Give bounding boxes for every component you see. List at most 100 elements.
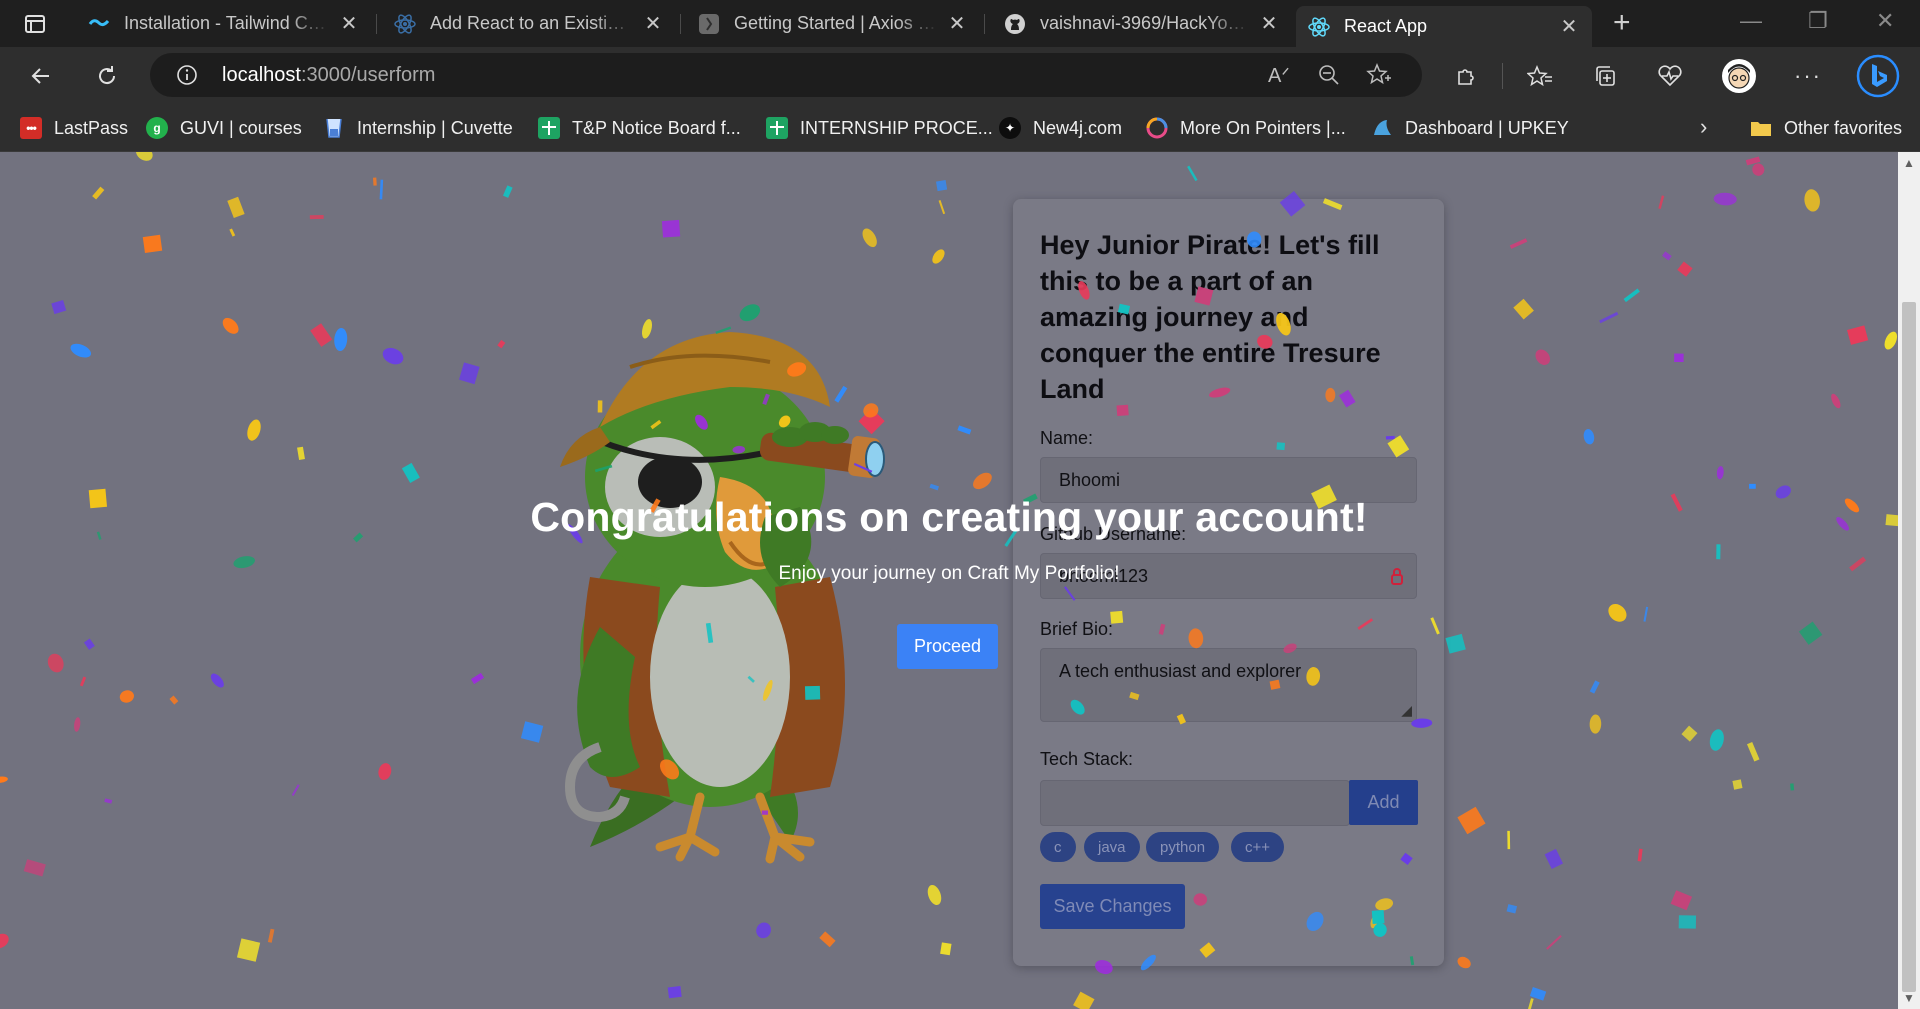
tech-chip[interactable]: java xyxy=(1084,832,1140,862)
chevron-right-icon[interactable]: › xyxy=(1700,114,1707,140)
confetti-piece xyxy=(502,185,513,198)
confetti-piece xyxy=(927,884,942,905)
tech-chip[interactable]: c xyxy=(1040,832,1076,862)
confetti-piece xyxy=(1746,742,1760,762)
close-tab-icon[interactable]: ✕ xyxy=(338,11,360,36)
page-scrollbar[interactable]: ▲ ▼ xyxy=(1898,152,1920,1009)
tab-react-docs[interactable]: Add React to an Existing Project ✕ xyxy=(382,4,676,43)
confetti-piece xyxy=(1457,806,1486,835)
extensions-button[interactable] xyxy=(1447,57,1485,95)
favorites-star-icon xyxy=(1527,65,1552,87)
close-tab-icon[interactable]: ✕ xyxy=(642,11,664,36)
resize-handle-icon[interactable]: ◢ xyxy=(1401,702,1412,719)
bookmark-label: More On Pointers |... xyxy=(1180,117,1346,138)
bookmark-upkey[interactable]: Dashboard | UPKEY xyxy=(1371,114,1569,142)
confetti-piece xyxy=(1658,195,1665,210)
bookmark-internship-process[interactable]: INTERNSHIP PROCE... xyxy=(766,114,993,142)
zoom-out-icon[interactable] xyxy=(1318,64,1340,86)
bookmark-pointers[interactable]: More On Pointers |... xyxy=(1146,114,1346,142)
react-icon xyxy=(394,13,416,35)
new4j-icon: ✦ xyxy=(999,117,1021,139)
tab-github[interactable]: vaishnavi-3969/HackYourPortfolio ✕ xyxy=(992,4,1292,43)
confetti-piece xyxy=(661,219,681,238)
bing-chat-button[interactable] xyxy=(1856,54,1900,98)
confetti-piece xyxy=(372,177,377,186)
confetti-piece xyxy=(401,462,420,484)
bookmark-label: Other favorites xyxy=(1784,117,1903,138)
read-aloud-icon[interactable]: Aᐟ xyxy=(1268,63,1290,88)
confetti-piece xyxy=(1884,331,1898,350)
tab-title: React App xyxy=(1344,16,1428,36)
profile-button[interactable] xyxy=(1720,57,1758,95)
tailwind-icon xyxy=(88,13,110,35)
confetti-piece xyxy=(236,938,261,962)
restore-icon[interactable]: ❐ xyxy=(1808,8,1828,34)
collections-icon xyxy=(1596,66,1615,86)
tab-axios[interactable]: Getting Started | Axios Docs ✕ xyxy=(686,4,980,43)
add-favorite-icon[interactable] xyxy=(1366,63,1392,87)
axios-icon xyxy=(698,13,720,35)
tech-stack-input[interactable] xyxy=(1040,780,1350,826)
confetti-piece xyxy=(1674,353,1684,362)
confetti-piece xyxy=(1745,156,1761,166)
new-tab-icon[interactable]: + xyxy=(1613,8,1631,38)
confetti-piece xyxy=(1643,606,1649,622)
confetti-piece xyxy=(379,179,384,200)
tab-react-app[interactable]: React App ✕ xyxy=(1296,6,1592,47)
bookmark-tp-notice[interactable]: T&P Notice Board f... xyxy=(538,114,741,142)
back-button[interactable] xyxy=(22,57,60,95)
bookmark-guvi[interactable]: g GUVI | courses xyxy=(146,114,302,142)
proceed-button[interactable]: Proceed xyxy=(897,624,998,669)
scroll-up-icon[interactable]: ▲ xyxy=(1903,156,1915,170)
form-heading: Hey Junior Pirate! Let's fill this to be… xyxy=(1040,230,1381,404)
bookmark-other-favorites[interactable]: Other favorites xyxy=(1750,114,1902,142)
tab-tailwind[interactable]: Installation - Tailwind CSS ✕ xyxy=(76,4,372,43)
minimize-icon[interactable]: — xyxy=(1740,8,1762,34)
confetti-piece xyxy=(334,327,348,352)
add-tech-button[interactable]: Add xyxy=(1349,780,1418,825)
tab-title: Installation - Tailwind CSS xyxy=(124,13,330,33)
tab-title: vaishnavi-3969/HackYourPortfolio xyxy=(1040,13,1250,33)
bio-textarea[interactable]: A tech enthusiast and explorer ◢ xyxy=(1040,648,1417,722)
bookmark-new4j[interactable]: ✦ New4j.com xyxy=(999,114,1122,142)
close-tab-icon[interactable]: ✕ xyxy=(1558,14,1580,39)
confetti-piece xyxy=(119,690,134,703)
confetti-piece xyxy=(0,933,9,949)
confetti-piece xyxy=(83,638,95,650)
save-changes-button[interactable]: Save Changes xyxy=(1040,884,1185,929)
heart-pulse-icon xyxy=(1658,65,1682,87)
reload-button[interactable] xyxy=(88,57,126,95)
site-info-icon[interactable] xyxy=(176,64,198,86)
confetti-piece xyxy=(1506,904,1518,914)
back-arrow-icon xyxy=(31,68,49,84)
tab-title: Add React to an Existing Project xyxy=(430,13,634,33)
browser-essentials-button[interactable] xyxy=(1651,57,1689,95)
folder-icon xyxy=(1750,117,1772,139)
pirate-parrot-illustration xyxy=(560,332,885,864)
confetti-piece xyxy=(1677,261,1693,277)
bookmark-lastpass[interactable]: ••• LastPass xyxy=(20,114,128,142)
tech-chip[interactable]: c++ xyxy=(1231,832,1285,862)
scroll-down-icon[interactable]: ▼ xyxy=(1903,991,1915,1005)
close-tab-icon[interactable]: ✕ xyxy=(946,11,968,36)
more-menu-icon[interactable]: ··· xyxy=(1789,57,1827,95)
tab-actions-button[interactable] xyxy=(16,10,54,38)
favorites-bar: ••• LastPass g GUVI | courses Internship… xyxy=(0,104,1920,152)
confetti-piece xyxy=(79,676,87,687)
confetti-piece xyxy=(1445,633,1466,654)
confetti-piece xyxy=(1662,251,1672,261)
scroll-thumb[interactable] xyxy=(1902,302,1916,992)
bookmark-cuvette[interactable]: Internship | Cuvette xyxy=(323,114,513,142)
favorites-button[interactable] xyxy=(1521,57,1559,95)
tech-chip[interactable]: python xyxy=(1146,832,1220,862)
confetti-piece xyxy=(497,339,506,349)
confetti-piece xyxy=(1678,915,1697,929)
confetti-piece xyxy=(1529,987,1547,1001)
confetti-piece xyxy=(1589,714,1602,734)
confetti-piece xyxy=(1749,483,1756,489)
confetti-piece xyxy=(1752,163,1765,176)
close-tab-icon[interactable]: ✕ xyxy=(1258,11,1280,36)
close-window-icon[interactable]: ✕ xyxy=(1876,8,1894,34)
address-bar[interactable]: localhost:3000/userform Aᐟ xyxy=(150,53,1422,97)
collections-button[interactable] xyxy=(1586,57,1624,95)
